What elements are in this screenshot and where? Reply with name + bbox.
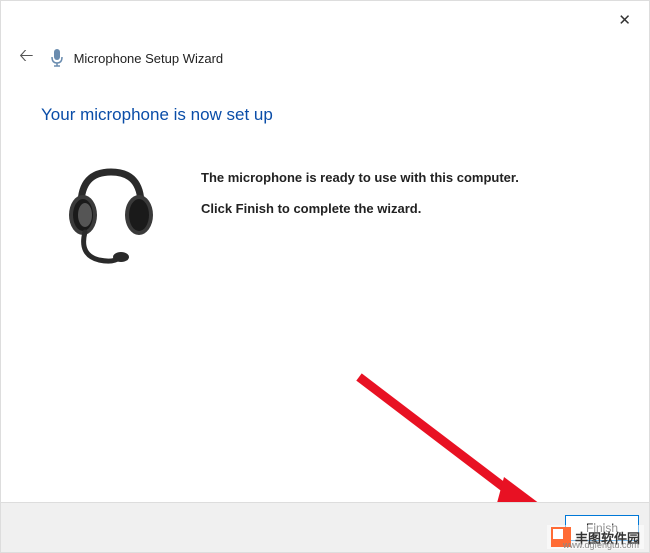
info-text-1: The microphone is ready to use with this… (201, 170, 519, 185)
annotation-arrow (349, 367, 549, 522)
microphone-icon (50, 48, 64, 68)
header: 🡠 Microphone Setup Wizard (1, 1, 649, 77)
watermark-url: www.dgfengtu.com (563, 540, 639, 550)
watermark: 丰图软件园 www.dgfengtu.com (547, 525, 644, 549)
info-text-2: Click Finish to complete the wizard. (201, 201, 519, 216)
page-heading: Your microphone is now set up (41, 105, 649, 125)
headset-icon (61, 160, 161, 270)
back-button[interactable]: 🡠 (13, 39, 40, 77)
window-title: Microphone Setup Wizard (74, 51, 224, 66)
text-block: The microphone is ready to use with this… (201, 155, 519, 232)
content-area: Your microphone is now set up The microp… (1, 77, 649, 270)
body-row: The microphone is ready to use with this… (41, 155, 649, 270)
close-button[interactable]: ✕ (618, 11, 631, 29)
